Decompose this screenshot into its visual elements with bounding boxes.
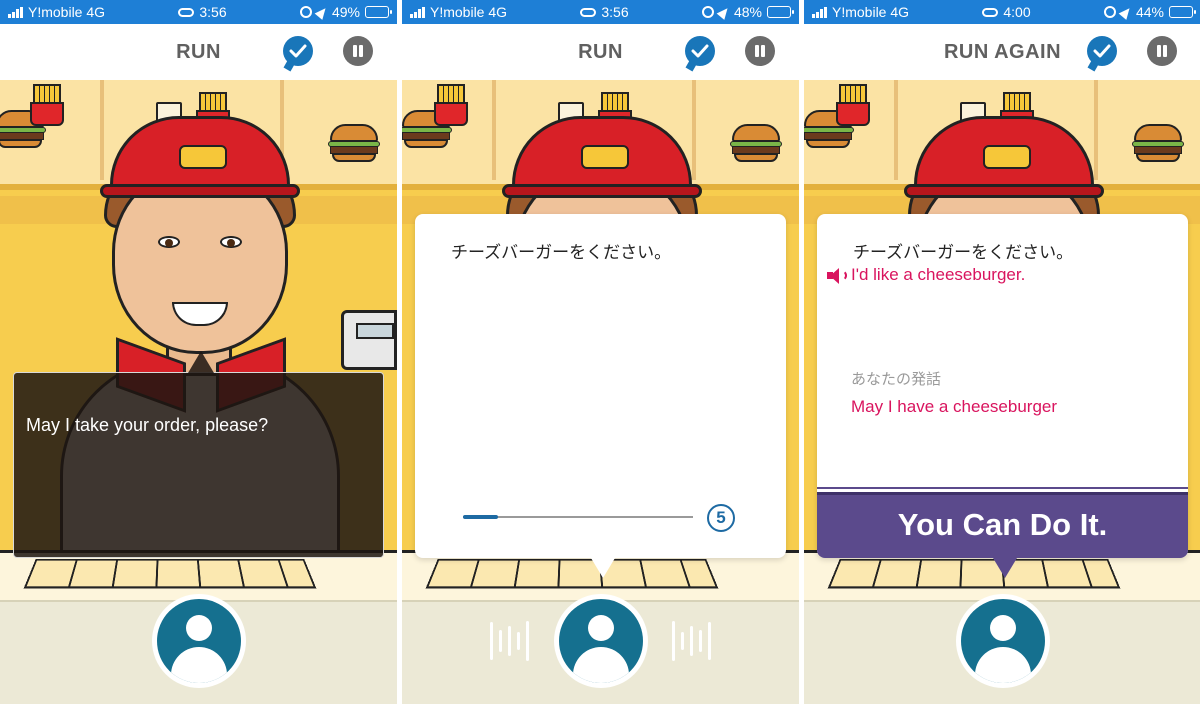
speaker-icon[interactable] [827,267,847,284]
link-icon [580,7,597,17]
battery-icon [364,6,392,18]
voice-wave-icon [672,614,711,668]
pause-button[interactable] [343,36,373,66]
status-bar: Y!mobile 4G 3:56 49% [0,0,397,24]
battery-percent: 48% [733,4,762,20]
header: RUN AGAIN [804,24,1200,80]
pause-button[interactable] [1147,36,1177,66]
user-avatar-button[interactable] [956,594,1050,688]
signal-icon [410,6,425,18]
signal-icon [8,6,23,18]
screen-result: Y!mobile 4G 4:00 44% RUN AGAIN チーズバーガーをく… [804,0,1200,704]
countdown-badge: 5 [707,504,735,532]
clock: 3:56 [199,4,227,20]
carrier-label: Y!mobile 4G [28,4,106,20]
mic-area [402,594,799,704]
mic-area [0,594,397,704]
clock: 3:56 [601,4,629,20]
feedback-banner: You Can Do It. [817,487,1188,558]
rotation-lock-icon [1103,6,1116,18]
battery-icon [1168,6,1196,18]
recording-progress [463,515,693,519]
user-icon [961,599,1045,683]
status-bar: Y!mobile 4G 4:00 44% [804,0,1200,24]
header: RUN [402,24,799,80]
status-bar: Y!mobile 4G 3:56 48% [402,0,799,24]
japanese-phrase: チーズバーガーをください。 [451,243,672,263]
link-icon [178,7,195,17]
page-title: RUN [578,41,623,63]
tray [827,558,1121,589]
check-icon [691,44,709,58]
cash-register [341,310,397,370]
english-phrase: I'd like a cheeseburger. [851,265,1026,284]
check-button[interactable] [283,36,313,66]
header: RUN [0,24,397,80]
phrase-card: チーズバーガーをください。 5 [415,214,786,578]
check-button[interactable] [1087,36,1117,66]
user-avatar-button[interactable] [554,594,648,688]
voice-wave-icon [490,614,529,668]
signal-icon [812,6,827,18]
check-icon [289,44,307,58]
japanese-phrase: チーズバーガーをください。 [853,243,1074,263]
page-title: RUN [176,41,221,63]
user-icon [157,599,241,683]
rotation-lock-icon [701,6,714,18]
screen-recording: Y!mobile 4G 3:56 48% RUN チーズバーガーをください。 5 [402,0,799,704]
battery-percent: 44% [1135,4,1164,20]
speech-bubble: May I take your order, please? [13,351,384,558]
location-icon [1118,4,1134,20]
page-title: RUN AGAIN [943,41,1062,63]
feedback-text: You Can Do It. [897,507,1108,542]
location-icon [716,4,732,20]
tray [425,558,719,589]
check-icon [1093,44,1111,58]
user-avatar-button[interactable] [152,594,246,688]
tray [23,558,317,589]
screen-run: Y!mobile 4G 3:56 49% RUN May I take your… [0,0,397,704]
rotation-lock-icon [299,6,312,18]
location-icon [314,4,330,20]
battery-icon [766,6,794,18]
check-button[interactable] [685,36,715,66]
pause-button[interactable] [745,36,775,66]
carrier-label: Y!mobile 4G [430,4,508,20]
mic-area [804,594,1200,704]
cashier-prompt: May I take your order, please? [26,415,269,435]
your-speech-label: あなたの発話 [851,370,942,388]
clock: 4:00 [1003,4,1031,20]
your-speech-text: May I have a cheeseburger [851,397,1058,416]
user-icon [559,599,643,683]
link-icon [982,7,999,17]
result-card: チーズバーガーをください。 I'd like a cheeseburger. あ… [817,214,1188,578]
battery-percent: 49% [331,4,360,20]
carrier-label: Y!mobile 4G [832,4,910,20]
